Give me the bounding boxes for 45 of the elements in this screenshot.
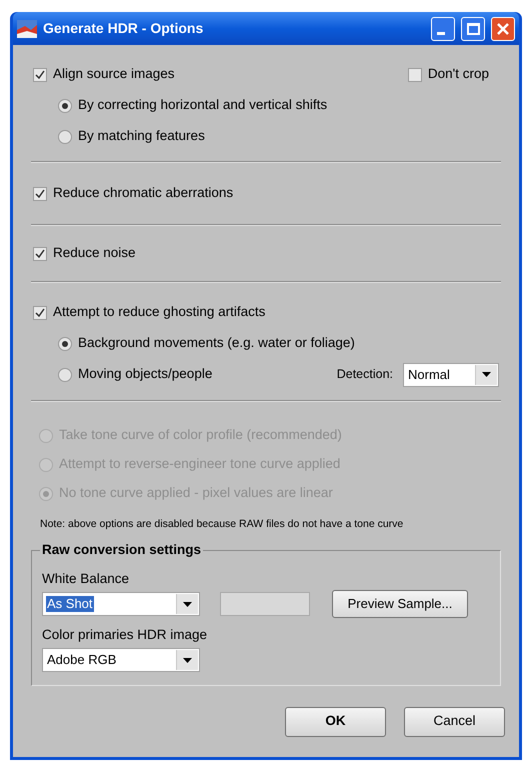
checkbox[interactable] <box>408 68 422 82</box>
checkbox-label: Align source images <box>53 65 176 84</box>
selected-value: As Shot <box>46 596 94 612</box>
radio-button[interactable] <box>58 98 72 112</box>
checkbox-label: Attempt to reduce ghosting artifacts <box>53 303 266 322</box>
checkbox-label: Reduce noise <box>53 244 136 262</box>
close-icon <box>497 22 509 34</box>
radio-label: By correcting horizontal and vertical shifts <box>78 96 328 114</box>
checkbox-label: Don't crop <box>428 65 489 84</box>
selected-value: Adobe RGB <box>46 652 118 668</box>
color-primaries-dropdown[interactable]: Adobe RGB <box>42 648 200 672</box>
minimize-button[interactable] <box>431 16 455 40</box>
checkbox[interactable] <box>33 246 47 260</box>
radio-button[interactable] <box>58 368 72 382</box>
caret-icon <box>482 372 491 377</box>
note-text: Note: above options are disabled because RAW files do not have a tone curve <box>39 517 404 532</box>
check-icon <box>35 248 45 258</box>
preview-sample-button[interactable]: Preview Sample... <box>332 590 468 618</box>
maximize-button[interactable] <box>461 16 485 40</box>
check-icon <box>35 70 45 80</box>
checkbox-label: Reduce chromatic aberrations <box>53 184 234 202</box>
dialog-button[interactable]: Cancel <box>404 706 505 736</box>
checkbox[interactable] <box>33 306 47 320</box>
radio-label: By matching features <box>78 127 205 146</box>
radio-label: Background movements (e.g. water or foliage) <box>78 334 356 352</box>
app-icon <box>17 20 37 38</box>
radio-button[interactable] <box>58 130 72 144</box>
selected-value: Normal <box>407 366 451 382</box>
field-label: Color primaries HDR image <box>42 626 208 644</box>
close-button[interactable] <box>491 16 515 40</box>
caret-icon <box>183 658 192 662</box>
field-label: White Balance <box>42 570 130 588</box>
caret-icon <box>183 602 192 606</box>
dialog-button[interactable]: OK <box>285 706 386 736</box>
check-icon <box>35 308 45 318</box>
radio-button[interactable] <box>58 336 72 350</box>
window-title: Generate HDR - Options <box>43 19 204 38</box>
checkbox[interactable] <box>33 68 47 82</box>
detection-label: Detection: <box>336 366 393 384</box>
detection-dropdown[interactable]: Normal <box>403 362 499 386</box>
check-icon <box>35 188 45 198</box>
group-title: Raw conversion settings <box>40 542 204 558</box>
checkbox[interactable] <box>33 186 47 200</box>
balance-setting-dropdown[interactable]: As Shot <box>42 592 200 616</box>
radio-label: Moving objects/people <box>78 365 214 384</box>
